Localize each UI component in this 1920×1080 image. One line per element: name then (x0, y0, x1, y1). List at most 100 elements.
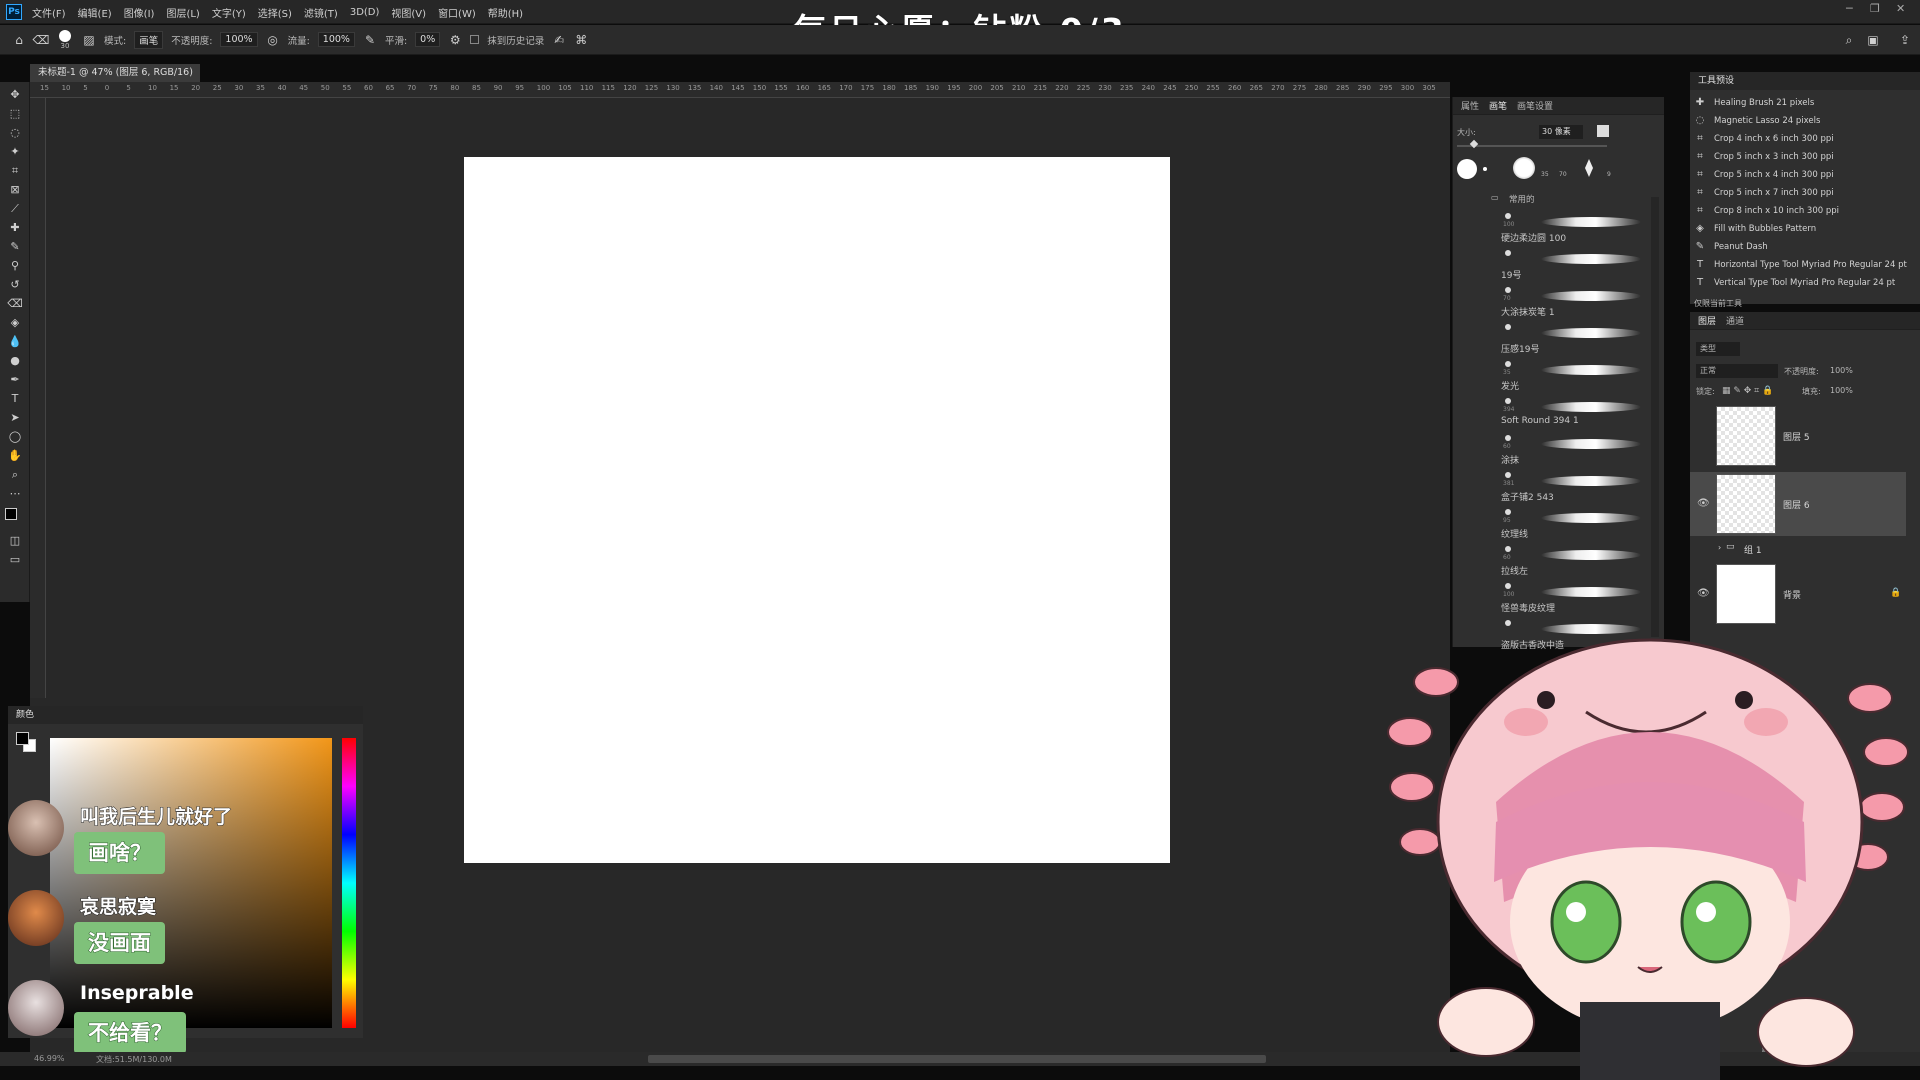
tab-brush-settings[interactable]: 画笔设置 (1517, 99, 1553, 112)
tab-channels[interactable]: 通道 (1726, 314, 1744, 327)
airbrush-icon[interactable]: ✎ (363, 33, 377, 47)
eraser-tool-icon[interactable]: ⌫ (33, 33, 50, 47)
size-input[interactable]: 30 像素 (1539, 125, 1583, 139)
current-tool-only-label[interactable]: 仅限当前工具 (1694, 298, 1742, 309)
brush-group-name[interactable]: 常用的 (1509, 193, 1535, 205)
workspace-icon[interactable]: ▣ (1866, 33, 1880, 47)
horizontal-scrollbar[interactable] (648, 1055, 1266, 1063)
tool-preset-item[interactable]: ✚ Healing Brush 21 pixels (1694, 94, 1815, 112)
brush-tool-icon[interactable]: ✎ (7, 240, 23, 254)
brush-item[interactable]: 70 大涂抹炭笔 1 (1453, 283, 1651, 320)
magic-wand-icon[interactable]: ✦ (7, 145, 23, 159)
ellipse-tool-icon[interactable]: ◯ (7, 430, 23, 444)
search-icon[interactable]: ⌕ (1842, 33, 1856, 47)
blend-mode-select[interactable]: 正常 (1696, 364, 1778, 378)
document-info[interactable]: 文档:51.5M/130.0M (96, 1054, 172, 1065)
menu-image[interactable]: 图像(I) (124, 5, 155, 20)
clone-stamp-icon[interactable]: ⚲ (7, 259, 23, 273)
zoom-tool-icon[interactable]: ⌕ (7, 468, 23, 482)
tool-preset-item[interactable]: ⌗ Crop 4 inch x 6 inch 300 ppi (1694, 130, 1833, 148)
close-window-icon[interactable]: ✕ (1896, 2, 1905, 15)
brush-item[interactable]: 381 盒子铺2 543 (1453, 468, 1651, 505)
menu-view[interactable]: 视图(V) (391, 5, 426, 20)
layer-name[interactable]: 组 1 (1744, 543, 1762, 556)
layer-name[interactable]: 图层 5 (1783, 430, 1810, 443)
tab-layers[interactable]: 图层 (1698, 314, 1716, 327)
brush-item[interactable]: 95 纹理线 (1453, 505, 1651, 542)
paint-bucket-icon[interactable]: ◈ (7, 316, 23, 330)
brush-tip-hard[interactable] (1457, 159, 1477, 179)
tab-brushes[interactable]: 画笔 (1489, 99, 1507, 112)
layer-group-1[interactable]: › ▭ 组 1 (1690, 540, 1906, 558)
move-tool-icon[interactable]: ✥ (7, 88, 23, 102)
document-canvas[interactable] (464, 157, 1170, 863)
brush-tip-small[interactable] (1483, 167, 1487, 171)
tool-preset-item[interactable]: ⌗ Crop 5 inch x 7 inch 300 ppi (1694, 184, 1833, 202)
home-icon[interactable]: ⌂ (12, 33, 26, 47)
tool-preset-item[interactable]: ◌ Magnetic Lasso 24 pixels (1694, 112, 1821, 130)
menu-edit[interactable]: 编辑(E) (78, 5, 112, 20)
brush-tip-soft[interactable] (1513, 157, 1535, 179)
smoothing-input[interactable]: 0% (415, 32, 441, 47)
menu-help[interactable]: 帮助(H) (488, 5, 523, 20)
erase-history-checkbox[interactable] (470, 35, 480, 44)
tool-preset-item[interactable]: T Vertical Type Tool Myriad Pro Regular 2… (1694, 274, 1895, 292)
layer-name[interactable]: 背景 (1783, 588, 1801, 601)
hue-slider[interactable] (342, 738, 356, 1028)
pressure-size-icon[interactable]: ✍ (552, 33, 566, 47)
tool-preset-item[interactable]: ✎ Peanut Dash (1694, 238, 1768, 256)
visibility-eye-icon[interactable]: 👁 (1697, 498, 1710, 509)
zoom-level[interactable]: 46.99% (34, 1054, 65, 1063)
tool-preset-item[interactable]: ⌗ Crop 8 inch x 10 inch 300 ppi (1694, 202, 1839, 220)
layer-filter-select[interactable]: 类型 (1696, 342, 1740, 356)
flow-input[interactable]: 100% (317, 32, 355, 47)
brush-item[interactable]: 压感19号 (1453, 320, 1651, 357)
blur-tool-icon[interactable]: 💧 (7, 335, 23, 349)
gear-icon[interactable]: ⚙ (448, 33, 462, 47)
symmetry-icon[interactable]: ⌘ (574, 33, 588, 47)
fill-input[interactable]: 100% (1830, 386, 1853, 395)
screen-mode-icon[interactable]: ▭ (7, 553, 23, 567)
mode-select[interactable]: 画笔 (134, 30, 164, 49)
brush-item[interactable]: 100 怪兽毒皮纹理 (1453, 579, 1651, 616)
menu-select[interactable]: 选择(S) (258, 5, 292, 20)
menu-3d[interactable]: 3D(D) (350, 7, 380, 18)
brush-item[interactable]: 60 拉线左 (1453, 542, 1651, 579)
expand-chevron-icon[interactable]: › (1718, 543, 1721, 552)
more-tools-icon[interactable]: ⋯ (7, 487, 23, 501)
tool-preset-item[interactable]: ⌗ Crop 5 inch x 3 inch 300 ppi (1694, 148, 1833, 166)
visibility-eye-icon[interactable]: 👁 (1697, 588, 1710, 599)
size-slider[interactable] (1457, 145, 1607, 147)
menu-filter[interactable]: 滤镜(T) (304, 5, 338, 20)
layer-row-6[interactable]: 👁 图层 6 (1690, 472, 1906, 536)
brush-list-scrollbar[interactable] (1651, 197, 1659, 637)
pressure-opacity-icon[interactable]: ◎ (266, 33, 280, 47)
lock-icons[interactable]: ▦ ✎ ✥ ⌗ 🔒 (1722, 386, 1773, 396)
type-tool-icon[interactable]: T (7, 392, 23, 406)
brush-item[interactable]: 35 发光 (1453, 357, 1651, 394)
foreground-color-swatch[interactable] (5, 508, 17, 520)
layer-opacity-input[interactable]: 100% (1830, 366, 1853, 375)
frame-tool-icon[interactable]: ⊠ (7, 183, 23, 197)
new-brush-icon[interactable] (1597, 125, 1609, 137)
layer-row-background[interactable]: 👁 背景 🔒 (1690, 562, 1906, 626)
quick-mask-icon[interactable]: ◫ (7, 534, 23, 548)
menu-layer[interactable]: 图层(L) (166, 5, 199, 20)
brush-item[interactable]: 19号 (1453, 246, 1651, 283)
layer-name[interactable]: 图层 6 (1783, 498, 1810, 511)
tool-preset-item[interactable]: ◈ Fill with Bubbles Pattern (1694, 220, 1816, 238)
brush-item[interactable]: 394 Soft Round 394 1 (1453, 394, 1651, 431)
brush-settings-icon[interactable]: ▨ (82, 33, 96, 47)
tool-preset-item[interactable]: T Horizontal Type Tool Myriad Pro Regular… (1694, 256, 1907, 274)
brush-preset-picker[interactable]: 30 (56, 29, 74, 50)
restore-icon[interactable]: ❐ (1870, 2, 1880, 15)
tool-preset-item[interactable]: ⌗ Crop 5 inch x 4 inch 300 ppi (1694, 166, 1833, 184)
tab-properties[interactable]: 属性 (1461, 99, 1479, 112)
menu-window[interactable]: 窗口(W) (438, 5, 476, 20)
minimize-icon[interactable]: ─ (1846, 2, 1853, 15)
pen-tool-icon[interactable]: ✒ (7, 373, 23, 387)
share-icon[interactable]: ⇪ (1898, 33, 1912, 47)
eraser-icon[interactable]: ⌫ (7, 297, 23, 311)
path-selection-icon[interactable]: ➤ (7, 411, 23, 425)
brush-tip-diamond[interactable] (1585, 159, 1593, 177)
